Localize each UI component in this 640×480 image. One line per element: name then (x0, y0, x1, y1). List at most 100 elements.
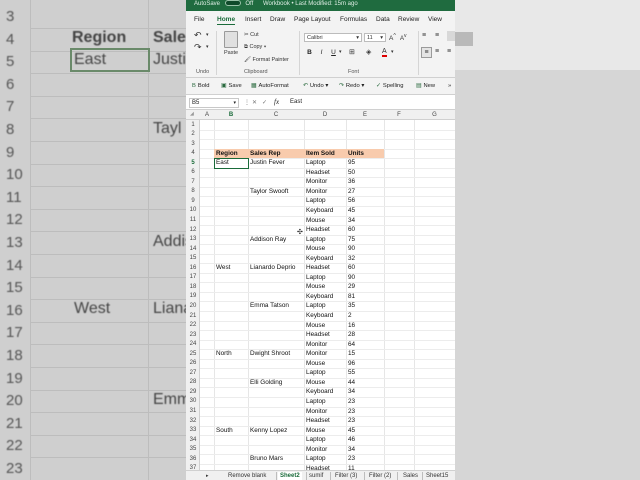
menu-page-layout[interactable]: Page Layout (294, 16, 331, 23)
cell-item[interactable]: Headset (304, 263, 330, 273)
cell-units[interactable]: 81 (346, 292, 355, 302)
cell-units[interactable]: 90 (346, 244, 355, 254)
row-header[interactable]: 34 (186, 437, 200, 443)
formula-input[interactable]: East (290, 99, 302, 105)
header-rep[interactable]: Sales Rep (248, 149, 281, 159)
menu-draw[interactable]: Draw (270, 16, 285, 23)
row-header[interactable]: 1 (186, 122, 200, 128)
cell-region[interactable]: West (214, 263, 230, 273)
cell-item[interactable]: Laptop (304, 273, 326, 283)
cell-region[interactable]: North (214, 349, 232, 359)
row-header[interactable]: 36 (186, 456, 200, 462)
undo-icon[interactable]: ↶ (194, 30, 202, 41)
cell-item[interactable]: Monitor (304, 349, 327, 359)
row-header[interactable]: 20 (186, 303, 200, 309)
cell-item[interactable]: Keyboard (304, 292, 333, 302)
cell-rep[interactable]: Addison Ray (248, 235, 286, 245)
cell-units[interactable]: 95 (346, 158, 355, 168)
paste-icon[interactable] (224, 31, 238, 48)
cell-units[interactable]: 34 (346, 216, 355, 226)
row-header[interactable]: 10 (186, 207, 200, 213)
cell-item[interactable]: Monitor (304, 187, 327, 197)
cell-region[interactable]: South (214, 426, 233, 436)
cell-item[interactable]: Headset (304, 416, 330, 426)
menu-home[interactable]: Home (217, 16, 236, 25)
row-header[interactable]: 18 (186, 284, 200, 290)
row-header[interactable]: 4 (186, 150, 200, 156)
cell-rep[interactable]: Emma Tatson (248, 301, 289, 311)
qat-more-icon[interactable]: » (448, 83, 451, 89)
fill-color-icon[interactable]: ◈ (366, 48, 371, 56)
row-header[interactable]: 29 (186, 389, 200, 395)
row-header[interactable]: 13 (186, 236, 200, 242)
cell-rep[interactable]: Justin Fever (248, 158, 285, 168)
column-header-e[interactable]: E (346, 111, 384, 119)
qat-spelling[interactable]: ✓ Spelling (376, 83, 404, 89)
cell-units[interactable]: 55 (346, 368, 355, 378)
row-header[interactable]: 35 (186, 446, 200, 452)
row-header[interactable]: 19 (186, 293, 200, 299)
select-all-icon[interactable]: ◢ (190, 111, 194, 117)
chevron-down-icon[interactable]: ▾ (391, 49, 394, 55)
row-header[interactable]: 11 (186, 217, 200, 223)
align-center-icon[interactable]: ≡ (435, 48, 439, 55)
cell-item[interactable]: Keyboard (304, 311, 333, 321)
cell-item[interactable]: Mouse (304, 426, 325, 436)
row-header[interactable]: 5 (186, 160, 200, 166)
cell-item[interactable]: Monitor (304, 340, 327, 350)
row-header[interactable]: 30 (186, 398, 200, 404)
cell-units[interactable]: 2 (346, 311, 352, 321)
cell-item[interactable]: Monitor (304, 445, 327, 455)
cell-units[interactable]: 23 (346, 454, 355, 464)
cell-item[interactable]: Laptop (304, 235, 326, 245)
cell-units[interactable]: 35 (346, 301, 355, 311)
header-item[interactable]: Item Sold (304, 149, 335, 159)
row-header[interactable]: 22 (186, 322, 200, 328)
row-header[interactable]: 9 (186, 198, 200, 204)
font-color-icon[interactable]: A (382, 48, 387, 57)
row-header[interactable]: 12 (186, 227, 200, 233)
cell-units[interactable]: 46 (346, 435, 355, 445)
cut-button[interactable]: ✂ Cut (244, 32, 259, 38)
cell-units[interactable]: 34 (346, 445, 355, 455)
italic-button[interactable]: I (317, 48, 326, 57)
qat-save[interactable]: ▣ Save (221, 83, 242, 89)
cell-item[interactable]: Headset (304, 168, 330, 178)
row-header[interactable]: 25 (186, 351, 200, 357)
column-header-a[interactable]: A (200, 111, 214, 119)
cell-item[interactable]: Laptop (304, 435, 326, 445)
header-units[interactable]: Units (346, 149, 364, 159)
cell-units[interactable]: 28 (346, 330, 355, 340)
cell-units[interactable]: 23 (346, 416, 355, 426)
row-header[interactable]: 21 (186, 313, 200, 319)
row-header[interactable]: 23 (186, 332, 200, 338)
row-header[interactable]: 6 (186, 169, 200, 175)
row-header[interactable]: 32 (186, 418, 200, 424)
row-header[interactable]: 26 (186, 360, 200, 366)
cell-units[interactable]: 34 (346, 387, 355, 397)
cancel-icon[interactable]: ✕ (252, 99, 257, 106)
paste-button[interactable]: Paste (224, 50, 238, 56)
decrease-font-icon[interactable]: Av (400, 33, 407, 42)
cell-units[interactable]: 23 (346, 407, 355, 417)
cell-item[interactable]: Mouse (304, 321, 325, 331)
column-header-d[interactable]: D (304, 111, 346, 119)
cell-units[interactable]: 64 (346, 340, 355, 350)
cell-item[interactable]: Keyboard (304, 387, 333, 397)
font-size-select[interactable]: 11 ▾ (364, 33, 386, 42)
cell-item[interactable]: Mouse (304, 244, 325, 254)
row-header[interactable]: 17 (186, 274, 200, 280)
cell-units[interactable]: 75 (346, 235, 355, 245)
row-header[interactable]: 15 (186, 255, 200, 261)
copy-button[interactable]: ⧉ Copy ▾ (244, 44, 266, 51)
cell-item[interactable]: Laptop (304, 454, 326, 464)
cell-rep[interactable]: Lianardo Deprio (248, 263, 295, 273)
cell-units[interactable]: 45 (346, 206, 355, 216)
cell-item[interactable]: Laptop (304, 158, 326, 168)
tab-sumif[interactable]: sumif (309, 472, 323, 480)
qat-redo[interactable]: ↷ Redo ▾ (339, 83, 364, 89)
cell-rep[interactable]: Kenny Lopez (248, 426, 287, 436)
cell-item[interactable]: Monitor (304, 177, 327, 187)
cell-units[interactable]: 36 (346, 177, 355, 187)
cell-item[interactable]: Headset (304, 330, 330, 340)
